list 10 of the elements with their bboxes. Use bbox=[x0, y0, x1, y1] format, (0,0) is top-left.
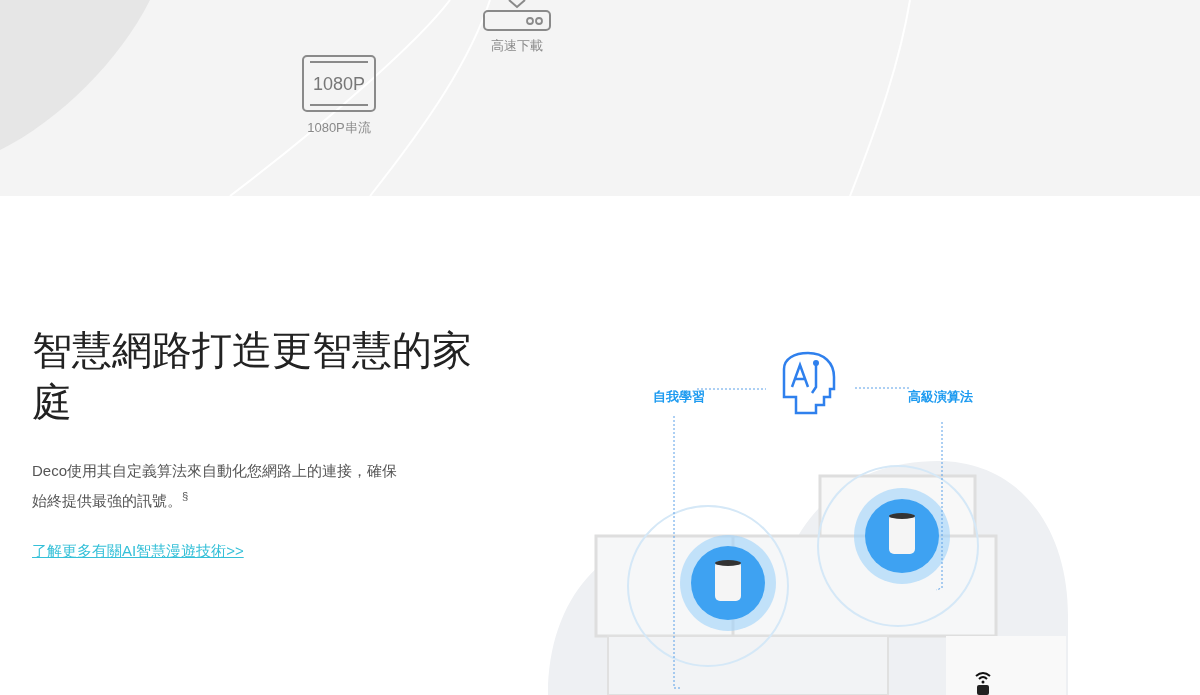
section-paragraph: Deco使用其自定義算法來自動化您網路上的連接，確保始終提供最強的訊號。$^{§}$ bbox=[32, 461, 399, 511]
section-heading: 智慧網路打造更智慧的家庭 bbox=[32, 327, 473, 426]
ai-head-icon bbox=[782, 351, 836, 415]
screen-icon-text: 1080P bbox=[311, 74, 367, 93]
diagram-label: 自我學習 bbox=[653, 388, 705, 406]
feature-label: 1080P串流 bbox=[307, 119, 371, 137]
learn-more-link[interactable]: 了解更多有關AI智慧漫遊技術>> bbox=[32, 540, 244, 563]
diagram-label: 高級演算法 bbox=[908, 388, 973, 406]
feature-label: 高速下載 bbox=[491, 37, 543, 55]
router-icon bbox=[483, 0, 551, 32]
